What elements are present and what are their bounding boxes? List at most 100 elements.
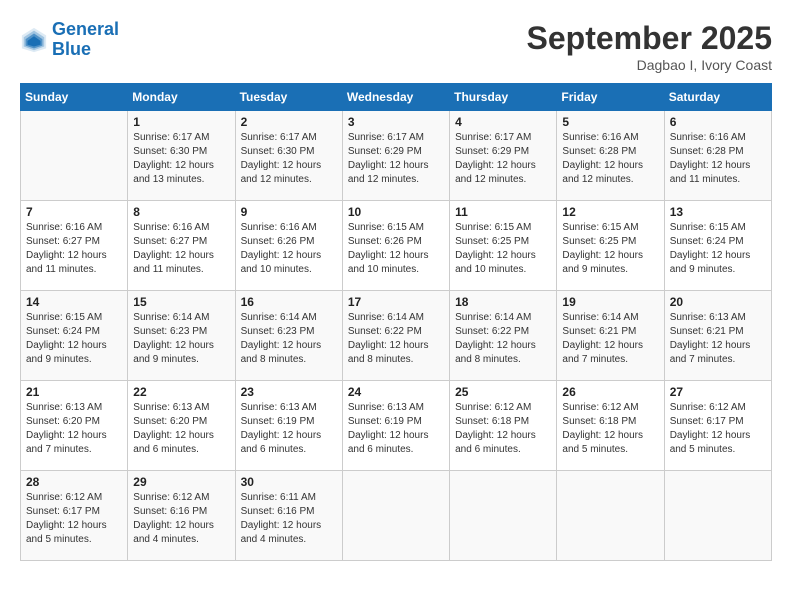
day-number: 15: [133, 295, 229, 309]
day-info: Sunrise: 6:15 AMSunset: 6:25 PMDaylight:…: [562, 221, 658, 277]
day-info: Sunrise: 6:16 AMSunset: 6:26 PMDaylight:…: [241, 221, 337, 277]
day-info: Sunrise: 6:13 AMSunset: 6:20 PMDaylight:…: [26, 401, 122, 457]
calendar-cell: 5 Sunrise: 6:16 AMSunset: 6:28 PMDaylight…: [557, 111, 664, 201]
calendar-week-2: 7 Sunrise: 6:16 AMSunset: 6:27 PMDaylight…: [21, 201, 772, 291]
calendar-cell: 28 Sunrise: 6:12 AMSunset: 6:17 PMDayligh…: [21, 471, 128, 561]
calendar-cell: 27 Sunrise: 6:12 AMSunset: 6:17 PMDayligh…: [664, 381, 771, 471]
day-number: 23: [241, 385, 337, 399]
calendar-cell: 18 Sunrise: 6:14 AMSunset: 6:22 PMDayligh…: [450, 291, 557, 381]
calendar-cell: 1 Sunrise: 6:17 AMSunset: 6:30 PMDaylight…: [128, 111, 235, 201]
day-number: 10: [348, 205, 444, 219]
day-info: Sunrise: 6:14 AMSunset: 6:21 PMDaylight:…: [562, 311, 658, 367]
calendar-cell: [342, 471, 449, 561]
day-number: 2: [241, 115, 337, 129]
calendar-cell: 16 Sunrise: 6:14 AMSunset: 6:23 PMDayligh…: [235, 291, 342, 381]
day-number: 7: [26, 205, 122, 219]
day-number: 5: [562, 115, 658, 129]
calendar-week-4: 21 Sunrise: 6:13 AMSunset: 6:20 PMDayligh…: [21, 381, 772, 471]
page-header: General Blue September 2025 Dagbao I, Iv…: [20, 20, 772, 73]
day-info: Sunrise: 6:13 AMSunset: 6:20 PMDaylight:…: [133, 401, 229, 457]
day-info: Sunrise: 6:14 AMSunset: 6:23 PMDaylight:…: [241, 311, 337, 367]
day-info: Sunrise: 6:15 AMSunset: 6:24 PMDaylight:…: [670, 221, 766, 277]
calendar-cell: 6Sunrise: 6:16 AMSunset: 6:28 PMDaylight…: [664, 111, 771, 201]
day-header-saturday: Saturday: [664, 84, 771, 111]
calendar-cell: 25Sunrise: 6:12 AMSunset: 6:18 PMDayligh…: [450, 381, 557, 471]
day-number: 22: [133, 385, 229, 399]
calendar-cell: 17 Sunrise: 6:14 AMSunset: 6:22 PMDayligh…: [342, 291, 449, 381]
title-area: September 2025 Dagbao I, Ivory Coast: [527, 20, 772, 73]
day-info: Sunrise: 6:17 AMSunset: 6:30 PMDaylight:…: [133, 131, 229, 187]
day-info: Sunrise: 6:13 AMSunset: 6:19 PMDaylight:…: [348, 401, 444, 457]
calendar-cell: 19 Sunrise: 6:14 AMSunset: 6:21 PMDayligh…: [557, 291, 664, 381]
day-number: 26: [562, 385, 658, 399]
month-title: September 2025: [527, 20, 772, 57]
day-info: Sunrise: 6:12 AMSunset: 6:16 PMDaylight:…: [133, 491, 229, 547]
calendar-cell: 20 Sunrise: 6:13 AMSunset: 6:21 PMDayligh…: [664, 291, 771, 381]
day-number: 29: [133, 475, 229, 489]
logo: General Blue: [20, 20, 119, 60]
day-number: 20: [670, 295, 766, 309]
day-number: 28: [26, 475, 122, 489]
calendar-cell: [664, 471, 771, 561]
day-info: Sunrise: 6:12 AMSunset: 6:17 PMDaylight:…: [670, 401, 766, 457]
calendar-week-1: 1 Sunrise: 6:17 AMSunset: 6:30 PMDaylight…: [21, 111, 772, 201]
calendar-week-5: 28 Sunrise: 6:12 AMSunset: 6:17 PMDayligh…: [21, 471, 772, 561]
day-header-thursday: Thursday: [450, 84, 557, 111]
day-number: 17: [348, 295, 444, 309]
day-number: 11: [455, 205, 551, 219]
calendar-cell: 14Sunrise: 6:15 AMSunset: 6:24 PMDayligh…: [21, 291, 128, 381]
calendar-cell: 22 Sunrise: 6:13 AMSunset: 6:20 PMDayligh…: [128, 381, 235, 471]
calendar-table: SundayMondayTuesdayWednesdayThursdayFrid…: [20, 83, 772, 561]
calendar-cell: 9Sunrise: 6:16 AMSunset: 6:26 PMDaylight…: [235, 201, 342, 291]
day-number: 6: [670, 115, 766, 129]
location: Dagbao I, Ivory Coast: [527, 57, 772, 73]
logo-text: General Blue: [52, 20, 119, 60]
logo-icon: [20, 26, 48, 54]
day-number: 14: [26, 295, 122, 309]
day-header-sunday: Sunday: [21, 84, 128, 111]
day-info: Sunrise: 6:15 AMSunset: 6:26 PMDaylight:…: [348, 221, 444, 277]
day-header-tuesday: Tuesday: [235, 84, 342, 111]
day-info: Sunrise: 6:14 AMSunset: 6:22 PMDaylight:…: [348, 311, 444, 367]
day-number: 21: [26, 385, 122, 399]
calendar-cell: 3 Sunrise: 6:17 AMSunset: 6:29 PMDaylight…: [342, 111, 449, 201]
day-header-monday: Monday: [128, 84, 235, 111]
calendar-cell: 7Sunrise: 6:16 AMSunset: 6:27 PMDaylight…: [21, 201, 128, 291]
calendar-header-row: SundayMondayTuesdayWednesdayThursdayFrid…: [21, 84, 772, 111]
day-info: Sunrise: 6:16 AMSunset: 6:28 PMDaylight:…: [562, 131, 658, 187]
calendar-cell: 15Sunrise: 6:14 AMSunset: 6:23 PMDayligh…: [128, 291, 235, 381]
day-info: Sunrise: 6:15 AMSunset: 6:25 PMDaylight:…: [455, 221, 551, 277]
calendar-week-3: 14Sunrise: 6:15 AMSunset: 6:24 PMDayligh…: [21, 291, 772, 381]
calendar-cell: 8Sunrise: 6:16 AMSunset: 6:27 PMDaylight…: [128, 201, 235, 291]
day-info: Sunrise: 6:17 AMSunset: 6:30 PMDaylight:…: [241, 131, 337, 187]
day-number: 25: [455, 385, 551, 399]
calendar-cell: 10 Sunrise: 6:15 AMSunset: 6:26 PMDayligh…: [342, 201, 449, 291]
day-number: 16: [241, 295, 337, 309]
day-number: 24: [348, 385, 444, 399]
day-header-wednesday: Wednesday: [342, 84, 449, 111]
day-info: Sunrise: 6:13 AMSunset: 6:19 PMDaylight:…: [241, 401, 337, 457]
day-number: 18: [455, 295, 551, 309]
day-info: Sunrise: 6:11 AMSunset: 6:16 PMDaylight:…: [241, 491, 337, 547]
calendar-cell: 29 Sunrise: 6:12 AMSunset: 6:16 PMDayligh…: [128, 471, 235, 561]
day-header-friday: Friday: [557, 84, 664, 111]
day-number: 13: [670, 205, 766, 219]
calendar-cell: 12 Sunrise: 6:15 AMSunset: 6:25 PMDayligh…: [557, 201, 664, 291]
day-number: 30: [241, 475, 337, 489]
calendar-cell: 13 Sunrise: 6:15 AMSunset: 6:24 PMDayligh…: [664, 201, 771, 291]
day-info: Sunrise: 6:14 AMSunset: 6:22 PMDaylight:…: [455, 311, 551, 367]
day-info: Sunrise: 6:16 AMSunset: 6:27 PMDaylight:…: [133, 221, 229, 277]
day-info: Sunrise: 6:17 AMSunset: 6:29 PMDaylight:…: [348, 131, 444, 187]
day-info: Sunrise: 6:12 AMSunset: 6:17 PMDaylight:…: [26, 491, 122, 547]
calendar-cell: 23 Sunrise: 6:13 AMSunset: 6:19 PMDayligh…: [235, 381, 342, 471]
calendar-cell: [557, 471, 664, 561]
day-number: 4: [455, 115, 551, 129]
day-number: 12: [562, 205, 658, 219]
day-number: 1: [133, 115, 229, 129]
calendar-cell: [450, 471, 557, 561]
day-number: 27: [670, 385, 766, 399]
calendar-cell: 21 Sunrise: 6:13 AMSunset: 6:20 PMDayligh…: [21, 381, 128, 471]
day-number: 3: [348, 115, 444, 129]
day-info: Sunrise: 6:13 AMSunset: 6:21 PMDaylight:…: [670, 311, 766, 367]
day-number: 19: [562, 295, 658, 309]
